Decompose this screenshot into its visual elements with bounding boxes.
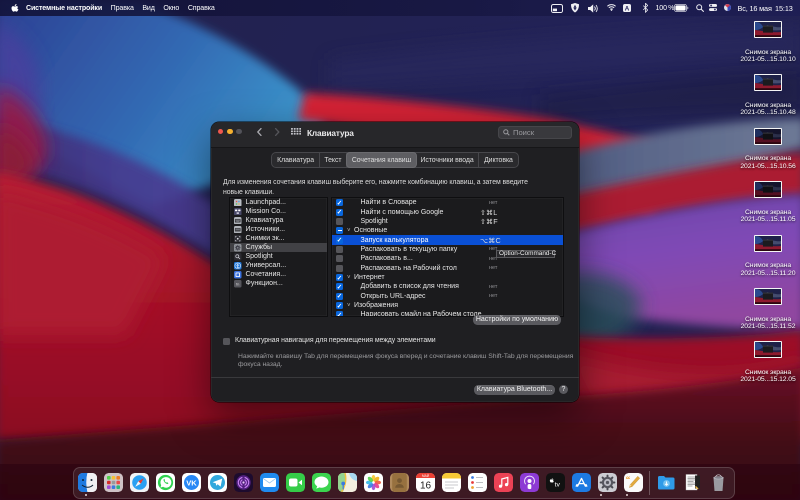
svg-text:VK: VK [186, 479, 197, 488]
svg-text:tv: tv [554, 482, 560, 489]
svg-text:МАЙ: МАЙ [421, 474, 429, 478]
svg-text:A: A [625, 5, 630, 12]
svg-text:16: 16 [419, 481, 431, 492]
svg-text:“: “ [625, 475, 630, 485]
svg-text:fn: fn [236, 282, 239, 286]
